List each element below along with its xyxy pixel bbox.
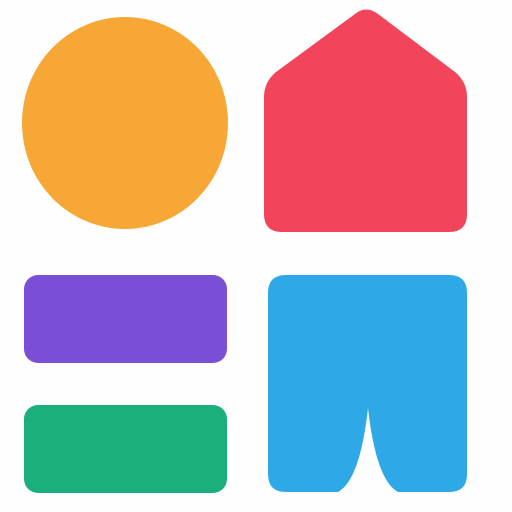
green-bar-shape xyxy=(24,405,227,493)
red-house-shape xyxy=(264,9,467,232)
orange-circle-shape xyxy=(22,17,228,229)
blue-bookmark-shape xyxy=(268,275,467,492)
purple-bar-shape xyxy=(24,275,227,363)
logo-canvas xyxy=(0,0,512,512)
logo-graphic xyxy=(22,9,467,493)
